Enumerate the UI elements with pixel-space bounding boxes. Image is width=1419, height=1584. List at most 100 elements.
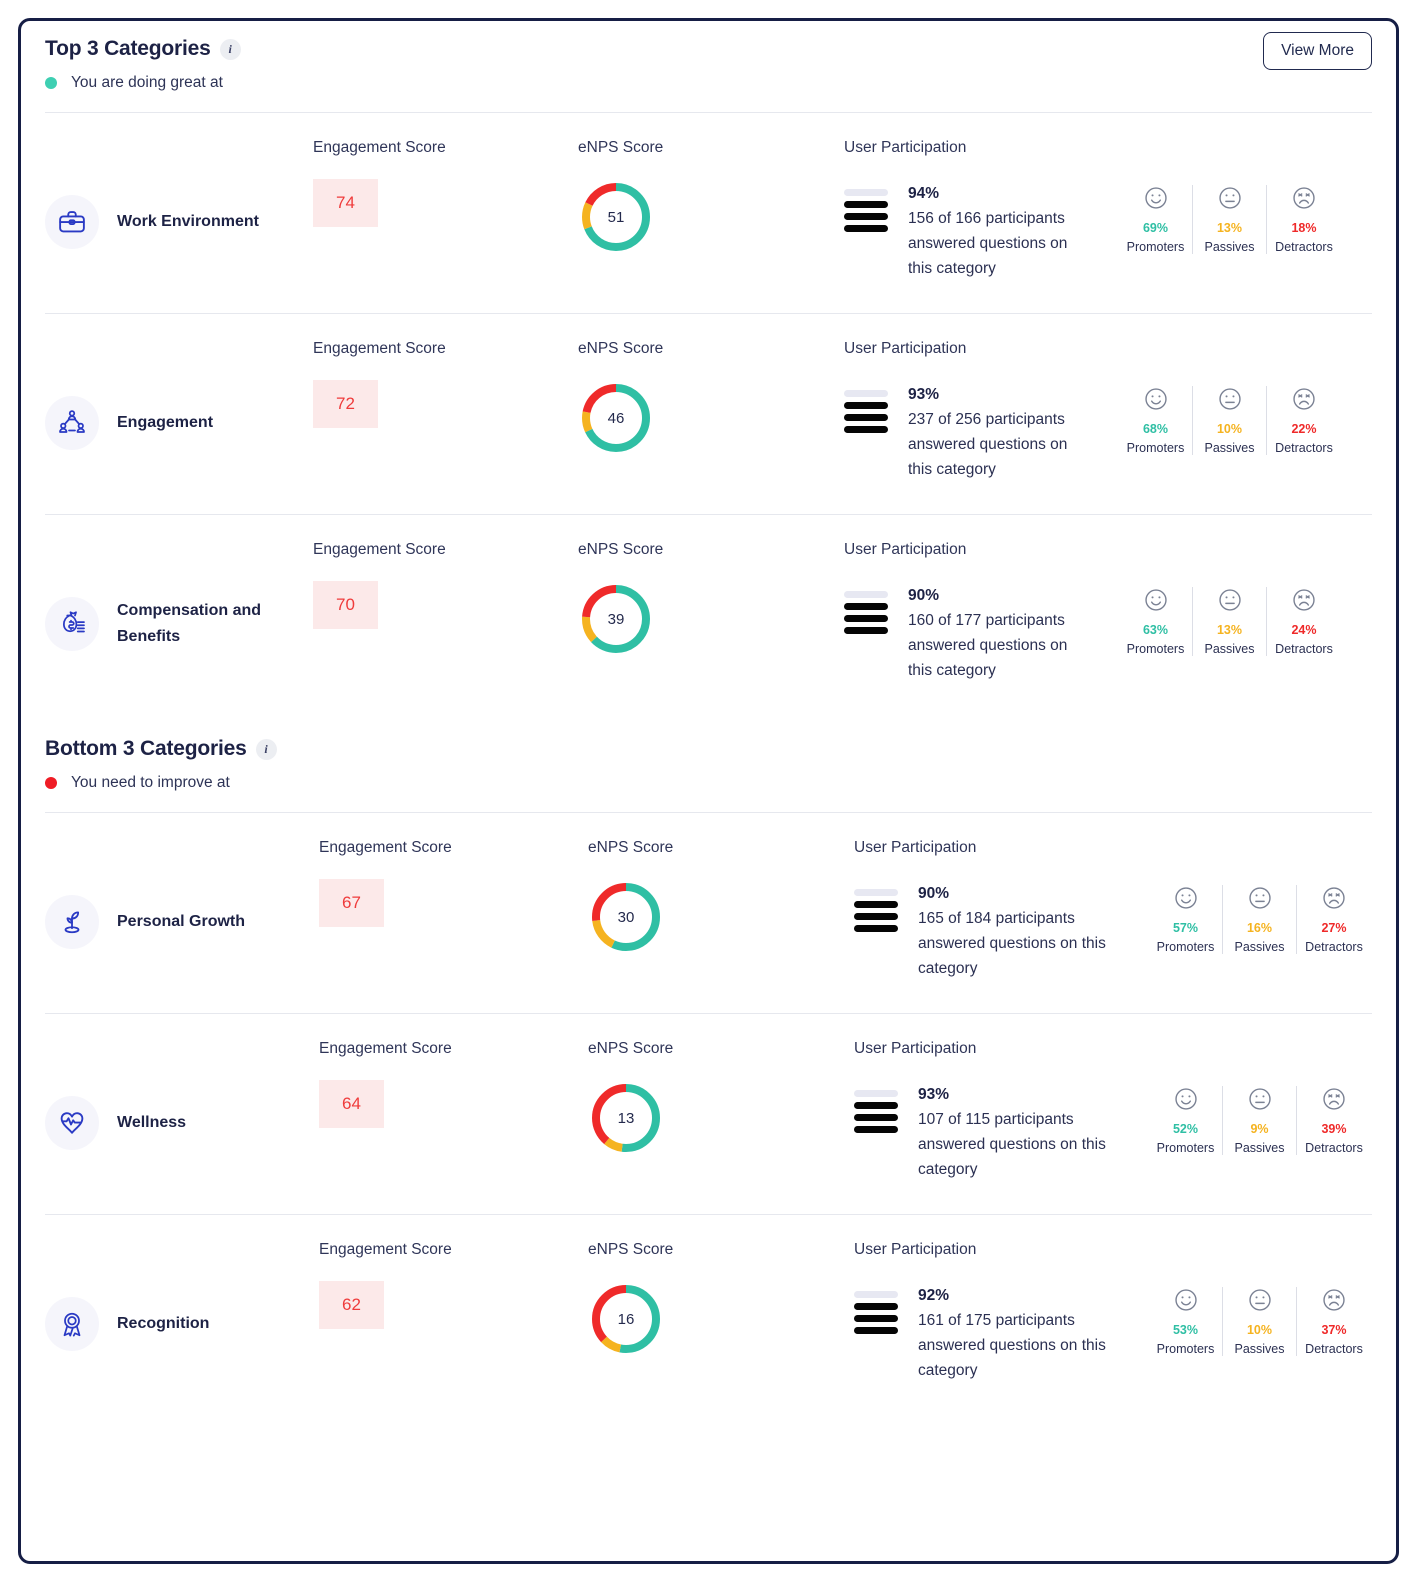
sentiment-promoters: 69% Promoters <box>1119 185 1193 254</box>
detractors-label: Detractors <box>1305 1141 1363 1155</box>
info-icon[interactable]: i <box>255 738 277 760</box>
heartbeat-icon <box>45 1096 99 1150</box>
participation-gauge-icon <box>844 181 888 237</box>
top-section-header: Top 3 Categories i You are doing great a… <box>21 21 1396 92</box>
bottom-section-subtitle-row: You need to improve at <box>45 774 1372 792</box>
user-participation-cell: User Participation 90% 165 of 184 partic… <box>846 839 1372 981</box>
table-row[interactable]: Wellness Engagement Score 64 eNPS Score … <box>21 1014 1396 1214</box>
enps-donut-chart: 16 <box>588 1281 664 1357</box>
enps-score-cell: eNPS Score 16 <box>582 1241 846 1357</box>
enps-donut-value: 13 <box>617 1109 635 1127</box>
participation-detail: 165 of 184 participants answered questio… <box>918 910 1106 978</box>
passives-label: Passives <box>1234 1342 1285 1356</box>
participation-gauge-bar <box>854 1090 898 1097</box>
category-cell: Wellness <box>45 1040 315 1150</box>
category-name: Work Environment <box>117 213 259 231</box>
engagement-score-cell: Engagement Score 72 <box>313 340 578 428</box>
promoters-percent: 57% <box>1172 921 1199 935</box>
participation-detail: 160 of 177 participants answered questio… <box>908 612 1068 680</box>
sentiment-promoters: 52% Promoters <box>1149 1086 1223 1155</box>
participation-text: 93% 237 of 256 participants answered que… <box>908 382 1093 482</box>
user-participation-cell: User Participation 93% 237 of 256 partic… <box>844 340 1372 482</box>
info-icon[interactable]: i <box>219 38 241 60</box>
dashboard-page: Top 3 Categories i You are doing great a… <box>0 0 1419 1584</box>
enps-score-cell: eNPS Score 46 <box>578 340 844 456</box>
category-cell: Compensation and Benefits <box>45 541 313 651</box>
engagement-score-cell: Engagement Score 74 <box>313 139 578 227</box>
detractors-percent: 27% <box>1321 921 1347 935</box>
table-row[interactable]: Engagement Engagement Score 72 eNPS Scor… <box>21 314 1396 514</box>
user-participation-cell: User Participation 94% 156 of 166 partic… <box>844 139 1372 281</box>
engagement-score-label: Engagement Score <box>319 1241 452 1258</box>
table-row[interactable]: Personal Growth Engagement Score 67 eNPS… <box>21 813 1396 1013</box>
table-row[interactable]: Work Environment Engagement Score 74 eNP… <box>21 113 1396 313</box>
participation-gauge-bar <box>854 889 898 896</box>
engagement-score-label: Engagement Score <box>319 1040 452 1057</box>
table-row[interactable]: Compensation and Benefits Engagement Sco… <box>21 515 1396 715</box>
people-network-icon <box>45 396 99 450</box>
participation-gauge-bar <box>844 591 888 598</box>
bottom-categories-list: Personal Growth Engagement Score 67 eNPS… <box>21 812 1396 1415</box>
participation-text: 90% 160 of 177 participants answered que… <box>908 583 1093 683</box>
engagement-score-badge: 62 <box>319 1281 384 1329</box>
sentiment-detractors: 39% Detractors <box>1297 1086 1371 1155</box>
sentiment-detractors: 24% Detractors <box>1267 587 1341 656</box>
participation-gauge-icon <box>854 1283 898 1339</box>
top-categories-list: Work Environment Engagement Score 74 eNP… <box>21 112 1396 715</box>
participation-gauge-bar <box>844 189 888 196</box>
enps-donut-value: 51 <box>607 208 625 226</box>
sentiment-passives: 16% Passives <box>1223 885 1297 954</box>
bottom-section-title: Bottom 3 Categories <box>45 737 247 760</box>
enps-score-label: eNPS Score <box>588 1040 674 1057</box>
passives-label: Passives <box>1204 240 1255 254</box>
smiley-happy-icon <box>1123 587 1188 613</box>
engagement-score-label: Engagement Score <box>313 340 446 357</box>
enps-donut-chart: 51 <box>578 179 654 255</box>
participation-gauge-bar <box>844 426 888 433</box>
participation-gauge-bar <box>854 901 898 908</box>
user-participation-label: User Participation <box>844 139 967 156</box>
top-section-title-row: Top 3 Categories i <box>45 37 1372 61</box>
view-more-button[interactable]: View More <box>1263 32 1372 70</box>
participation-gauge-bar <box>854 1114 898 1121</box>
smiley-sad-icon <box>1271 185 1337 211</box>
bottom-section-header: Bottom 3 Categories i You need to improv… <box>21 715 1396 792</box>
passives-percent: 13% <box>1216 221 1243 235</box>
smiley-happy-icon <box>1153 885 1218 911</box>
user-participation-body: 93% 237 of 256 participants answered que… <box>844 382 1372 482</box>
passives-percent: 9% <box>1250 1122 1269 1136</box>
participation-percent: 90% <box>908 587 940 604</box>
sentiment-passives: 9% Passives <box>1223 1086 1297 1155</box>
user-participation-body: 93% 107 of 115 participants answered que… <box>854 1082 1372 1182</box>
user-participation-label: User Participation <box>844 541 967 558</box>
participation-gauge-bar <box>854 1126 898 1133</box>
smiley-sad-icon <box>1301 885 1367 911</box>
user-participation-label: User Participation <box>854 1040 977 1057</box>
enps-score-label: eNPS Score <box>578 139 664 156</box>
user-participation-body: 90% 160 of 177 participants answered que… <box>844 583 1372 683</box>
category-name: Engagement <box>117 414 214 432</box>
participation-gauge-bar <box>844 615 888 622</box>
smiley-sad-icon <box>1301 1287 1367 1313</box>
detractors-label: Detractors <box>1275 441 1333 455</box>
participation-gauge-bar <box>854 1303 898 1310</box>
participation-gauge-bar <box>844 627 888 634</box>
promoters-label: Promoters <box>1156 1141 1215 1155</box>
table-row[interactable]: Recognition Engagement Score 62 eNPS Sco… <box>21 1215 1396 1415</box>
detractors-percent: 39% <box>1321 1122 1347 1136</box>
smiley-sad-icon <box>1301 1086 1367 1112</box>
category-cell: Work Environment <box>45 139 313 249</box>
category-cell: Personal Growth <box>45 839 315 949</box>
enps-donut-chart: 39 <box>578 581 654 657</box>
award-ribbon-icon <box>45 1297 99 1351</box>
participation-gauge-bar <box>854 925 898 932</box>
enps-donut-value: 16 <box>617 1310 635 1328</box>
engagement-score-badge: 70 <box>313 581 378 629</box>
category-name: Wellness <box>117 1114 187 1132</box>
engagement-score-badge: 67 <box>319 879 384 927</box>
passives-label: Passives <box>1204 642 1255 656</box>
smiley-neutral-icon <box>1197 185 1262 211</box>
user-participation-cell: User Participation 92% 161 of 175 partic… <box>846 1241 1372 1383</box>
smiley-neutral-icon <box>1227 885 1292 911</box>
participation-percent: 93% <box>908 386 940 403</box>
